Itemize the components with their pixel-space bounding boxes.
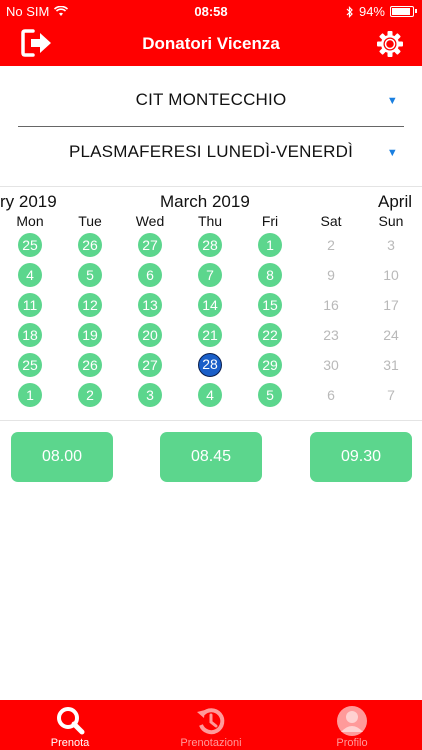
day-cell[interactable]: 3 [138, 383, 162, 407]
day-cell[interactable]: 26 [78, 233, 102, 257]
day-cell-selected[interactable]: 28 [198, 353, 222, 377]
weekday-label: Sun [378, 213, 404, 229]
day-cell: 16 [323, 297, 339, 313]
day-cell[interactable]: 5 [78, 263, 102, 287]
day-cell: 10 [383, 267, 399, 283]
status-bar: No SIM 08:58 94% [0, 0, 422, 22]
day-cell: 30 [323, 357, 339, 373]
day-cell[interactable]: 15 [258, 293, 282, 317]
month-label-current: March 2019 [160, 192, 250, 211]
weekday-label: Wed [135, 213, 165, 229]
history-icon [197, 708, 225, 735]
day-cell: 24 [383, 327, 399, 343]
day-cell: 31 [383, 357, 399, 373]
weekday-label: Sat [320, 213, 342, 229]
day-cell: 23 [323, 327, 339, 343]
day-cell[interactable]: 12 [78, 293, 102, 317]
time-slot-button[interactable]: 08.00 [11, 432, 113, 482]
day-cell[interactable]: 29 [258, 353, 282, 377]
center-selector[interactable]: CIT MONTECCHIO ▼ [18, 90, 404, 120]
day-cell[interactable]: 25 [18, 353, 42, 377]
day-cell[interactable]: 2 [78, 383, 102, 407]
day-cell[interactable]: 20 [138, 323, 162, 347]
search-icon [57, 707, 85, 735]
profile-icon [337, 706, 367, 736]
day-cell[interactable]: 22 [258, 323, 282, 347]
day-cell: 17 [383, 297, 399, 313]
day-cell[interactable]: 27 [138, 233, 162, 257]
weekday-label: Thu [197, 213, 223, 229]
day-cell: 9 [327, 267, 335, 283]
day-cell[interactable]: 26 [78, 353, 102, 377]
dropdown-arrow-icon: ▼ [386, 95, 398, 107]
day-cell: 3 [387, 237, 395, 253]
battery-icon [390, 6, 417, 17]
day-cell[interactable]: 13 [138, 293, 162, 317]
tab-profilo[interactable]: Profilo [282, 700, 422, 750]
battery-percent: 94% [358, 4, 385, 19]
donation-type-selector[interactable]: PLASMAFERESI LUNEDÌ-VENERDÌ ▼ [18, 142, 404, 172]
dropdown-arrow-icon: ▼ [386, 147, 398, 159]
day-cell[interactable]: 6 [138, 263, 162, 287]
bluetooth-icon [346, 5, 353, 18]
settings-button[interactable] [376, 30, 404, 58]
weekday-label: Tue [78, 213, 102, 229]
gear-icon [377, 31, 403, 57]
day-cell[interactable]: 4 [198, 383, 222, 407]
weekday-label: Mon [16, 213, 44, 229]
time-slot-button[interactable]: 09.30 [310, 432, 412, 482]
page-title: Donatori Vicenza [142, 34, 280, 53]
donation-type-value: PLASMAFERESI LUNEDÌ-VENERDÌ [68, 142, 354, 161]
divider [0, 420, 422, 421]
center-value: CIT MONTECCHIO [135, 90, 287, 109]
day-cell[interactable]: 11 [18, 293, 42, 317]
nav-bar: Donatori Vicenza [0, 22, 422, 66]
tab-label: Prenota [50, 737, 90, 749]
tab-prenota[interactable]: Prenota [0, 700, 140, 750]
day-cell[interactable]: 1 [258, 233, 282, 257]
month-label-previous[interactable]: ry 2019 [0, 192, 57, 212]
tab-bar: Prenota Prenotazioni Profilo [0, 700, 422, 750]
time-slot-button[interactable]: 08.45 [160, 432, 262, 482]
day-cell[interactable]: 7 [198, 263, 222, 287]
divider [18, 126, 404, 127]
day-cell: 2 [327, 237, 335, 253]
day-cell[interactable]: 14 [198, 293, 222, 317]
tab-prenotazioni[interactable]: Prenotazioni [141, 700, 281, 750]
day-cell[interactable]: 5 [258, 383, 282, 407]
day-cell[interactable]: 21 [198, 323, 222, 347]
day-cell: 7 [387, 387, 395, 403]
day-cell[interactable]: 19 [78, 323, 102, 347]
tab-label: Prenotazioni [180, 737, 242, 749]
day-cell: 6 [327, 387, 335, 403]
day-cell[interactable]: 4 [18, 263, 42, 287]
day-cell[interactable]: 28 [198, 233, 222, 257]
weekday-label: Fri [261, 213, 279, 229]
tab-label: Profilo [336, 737, 368, 749]
day-cell[interactable]: 25 [18, 233, 42, 257]
day-cell[interactable]: 8 [258, 263, 282, 287]
divider [0, 186, 422, 187]
day-cell[interactable]: 18 [18, 323, 42, 347]
month-label-next[interactable]: April [378, 192, 412, 212]
day-cell[interactable]: 1 [18, 383, 42, 407]
day-cell[interactable]: 27 [138, 353, 162, 377]
